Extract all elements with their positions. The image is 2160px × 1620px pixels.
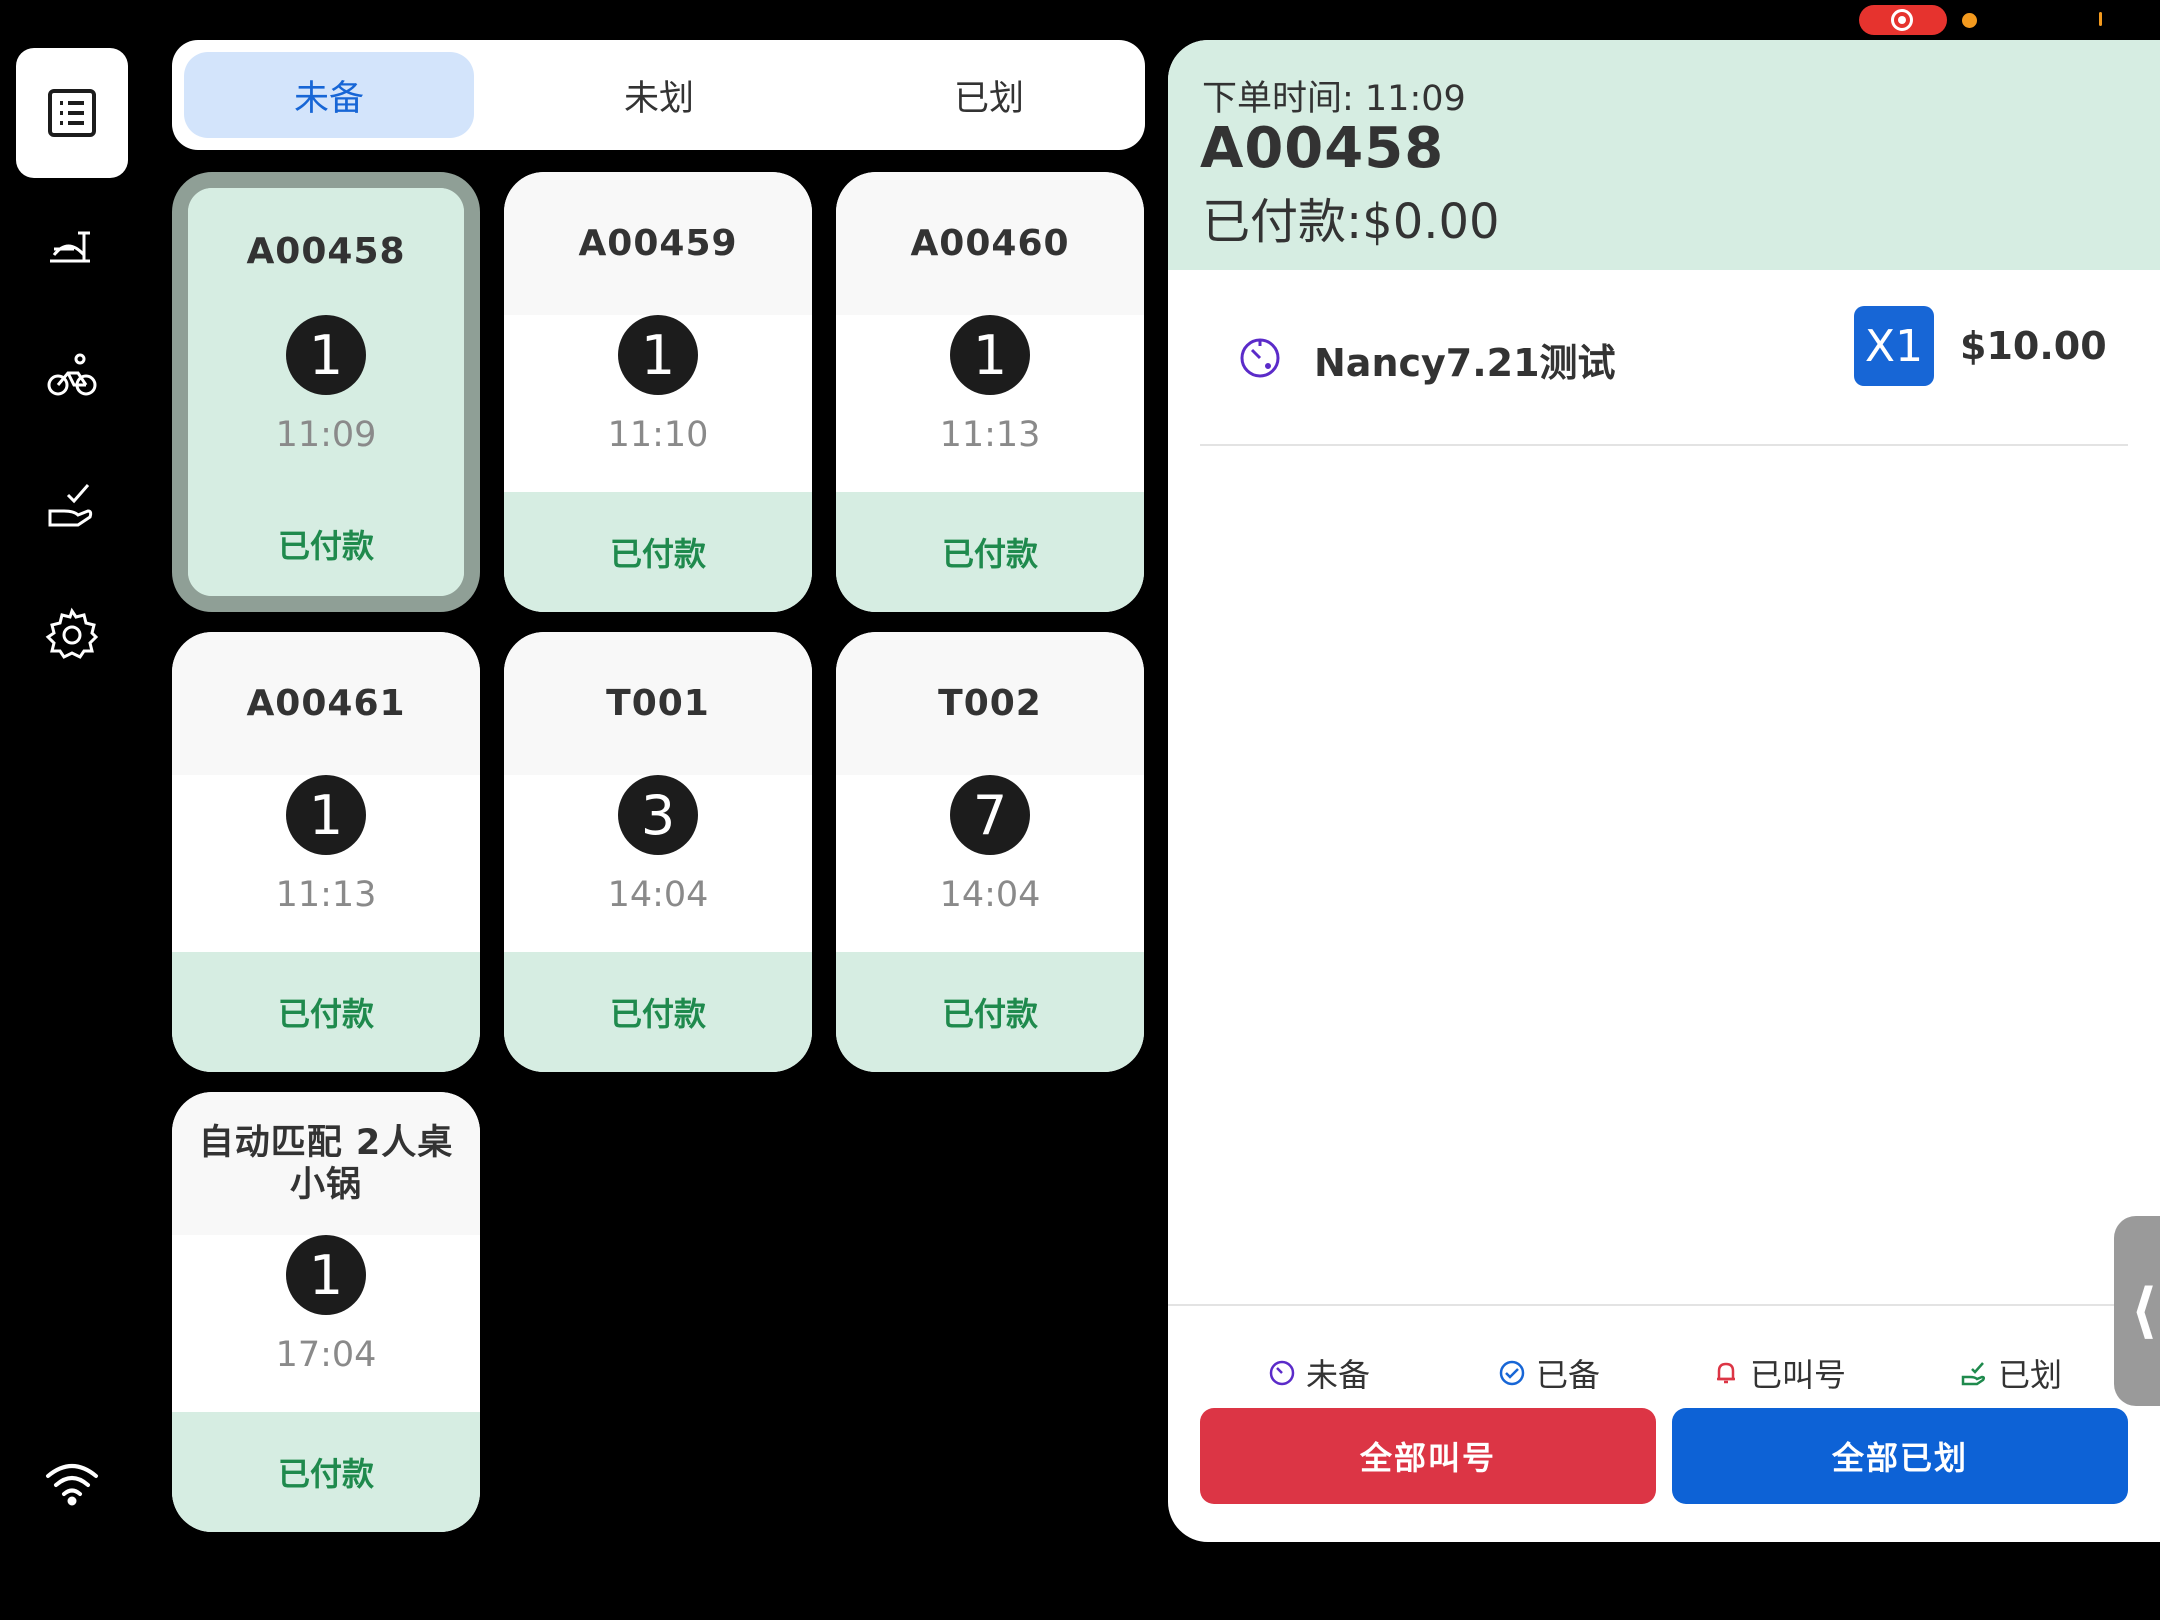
order-time: 17:04 xyxy=(275,1335,377,1375)
legend-marked: 已划 xyxy=(1960,1350,2062,1396)
order-card[interactable]: A00460 1 11:13 已付款 xyxy=(836,172,1144,612)
battery-indicator xyxy=(2099,12,2102,26)
order-detail-header: 下单时间: 11:09 A00458 已付款:$0.00 xyxy=(1168,40,2160,270)
mic-indicator-dot xyxy=(1962,13,1977,28)
item-count-badge: 1 xyxy=(286,775,366,855)
screen-recording-indicator xyxy=(1859,5,1947,35)
mark-all-button[interactable]: 全部已划 xyxy=(1672,1408,2128,1504)
order-list-icon xyxy=(48,89,96,137)
order-id: T001 xyxy=(504,632,812,775)
legend-unprepared: 未备 xyxy=(1268,1350,1370,1396)
legend-label: 已叫号 xyxy=(1750,1356,1847,1394)
timer-icon xyxy=(1269,1360,1295,1386)
footer-divider xyxy=(1168,1304,2160,1306)
payment-status: 已付款 xyxy=(188,492,464,596)
order-id-line1: 自动匹配 2人桌 xyxy=(198,1122,454,1163)
order-time: 14:04 xyxy=(939,875,1041,915)
sidebar-item-done[interactable] xyxy=(16,440,128,570)
hand-check-icon xyxy=(1961,1362,1986,1386)
item-count-badge: 7 xyxy=(950,775,1030,855)
gear-icon xyxy=(45,607,99,659)
tab-marked[interactable]: 已划 xyxy=(844,52,1134,138)
order-card[interactable]: T001 3 14:04 已付款 xyxy=(504,632,812,1072)
order-card[interactable]: A00459 1 11:10 已付款 xyxy=(504,172,812,612)
detail-paid-amount: 已付款:$0.00 xyxy=(1202,194,1500,250)
order-id: A00461 xyxy=(172,632,480,775)
call-all-button[interactable]: 全部叫号 xyxy=(1200,1408,1656,1504)
legend-prepared: 已备 xyxy=(1498,1350,1600,1396)
timer-icon xyxy=(1240,338,1280,378)
item-price: $10.00 xyxy=(1960,324,2107,368)
bell-icon xyxy=(1717,1362,1735,1384)
item-count-badge: 1 xyxy=(950,315,1030,395)
order-time: 11:09 xyxy=(275,415,377,455)
item-count-badge: 3 xyxy=(618,775,698,855)
order-time: 14:04 xyxy=(607,875,709,915)
record-icon xyxy=(1891,9,1913,31)
payment-status: 已付款 xyxy=(504,952,812,1072)
status-tabs: 未备 未划 已划 xyxy=(172,40,1145,150)
item-count-badge: 1 xyxy=(618,315,698,395)
check-circle-icon xyxy=(1499,1360,1525,1386)
legend-called: 已叫号 xyxy=(1712,1350,1846,1396)
food-tray-icon xyxy=(50,231,90,263)
order-time: 11:13 xyxy=(275,875,377,915)
sidebar-item-delivery[interactable] xyxy=(16,310,128,440)
legend-label: 已划 xyxy=(1998,1356,2063,1394)
bicycle-icon xyxy=(47,353,97,396)
hand-check-icon xyxy=(48,484,93,527)
order-detail-panel: 下单时间: 11:09 A00458 已付款:$0.00 Nancy7.21测试… xyxy=(1168,40,2160,1542)
order-id: A00460 xyxy=(836,172,1144,315)
item-name: Nancy7.21测试 xyxy=(1314,341,1616,385)
order-card-selected[interactable]: A00458 1 11:09 已付款 xyxy=(172,172,480,612)
payment-status: 已付款 xyxy=(172,952,480,1072)
order-id: A00459 xyxy=(504,172,812,315)
detail-order-time: 下单时间: 11:09 xyxy=(1202,79,1466,119)
order-id: A00458 xyxy=(188,188,464,315)
item-count-badge: 1 xyxy=(286,315,366,395)
sidebar-item-serve[interactable] xyxy=(16,180,128,310)
tab-unprepared[interactable]: 未备 xyxy=(184,52,474,138)
legend-label: 已备 xyxy=(1536,1356,1601,1394)
payment-status: 已付款 xyxy=(836,952,1144,1072)
item-count-badge: 1 xyxy=(286,1235,366,1315)
sidebar-item-orders[interactable] xyxy=(16,48,128,178)
tab-unmarked[interactable]: 未划 xyxy=(514,52,804,138)
order-card[interactable]: T002 7 14:04 已付款 xyxy=(836,632,1144,1072)
order-card[interactable]: A00461 1 11:13 已付款 xyxy=(172,632,480,1072)
order-id: T002 xyxy=(836,632,1144,775)
payment-status: 已付款 xyxy=(504,492,812,612)
item-quantity-badge: X1 xyxy=(1854,306,1934,386)
order-time: 11:13 xyxy=(939,415,1041,455)
payment-status: 已付款 xyxy=(172,1412,480,1532)
order-id: 自动匹配 2人桌 小锅 xyxy=(172,1092,480,1235)
sidebar-item-settings[interactable] xyxy=(16,570,128,700)
payment-status: 已付款 xyxy=(836,492,1144,612)
wifi-icon xyxy=(46,1464,98,1506)
order-id-line2: 小锅 xyxy=(289,1164,362,1205)
order-item-row[interactable]: Nancy7.21测试 X1 $10.00 xyxy=(1200,306,2128,446)
collapse-panel-handle[interactable]: ⟨ xyxy=(2114,1216,2160,1406)
chevron-left-icon: ⟨ xyxy=(2130,1276,2158,1346)
order-time: 11:10 xyxy=(607,415,709,455)
order-card[interactable]: 自动匹配 2人桌 小锅 1 17:04 已付款 xyxy=(172,1092,480,1532)
detail-order-id: A00458 xyxy=(1200,116,1445,181)
legend-label: 未备 xyxy=(1306,1356,1371,1394)
